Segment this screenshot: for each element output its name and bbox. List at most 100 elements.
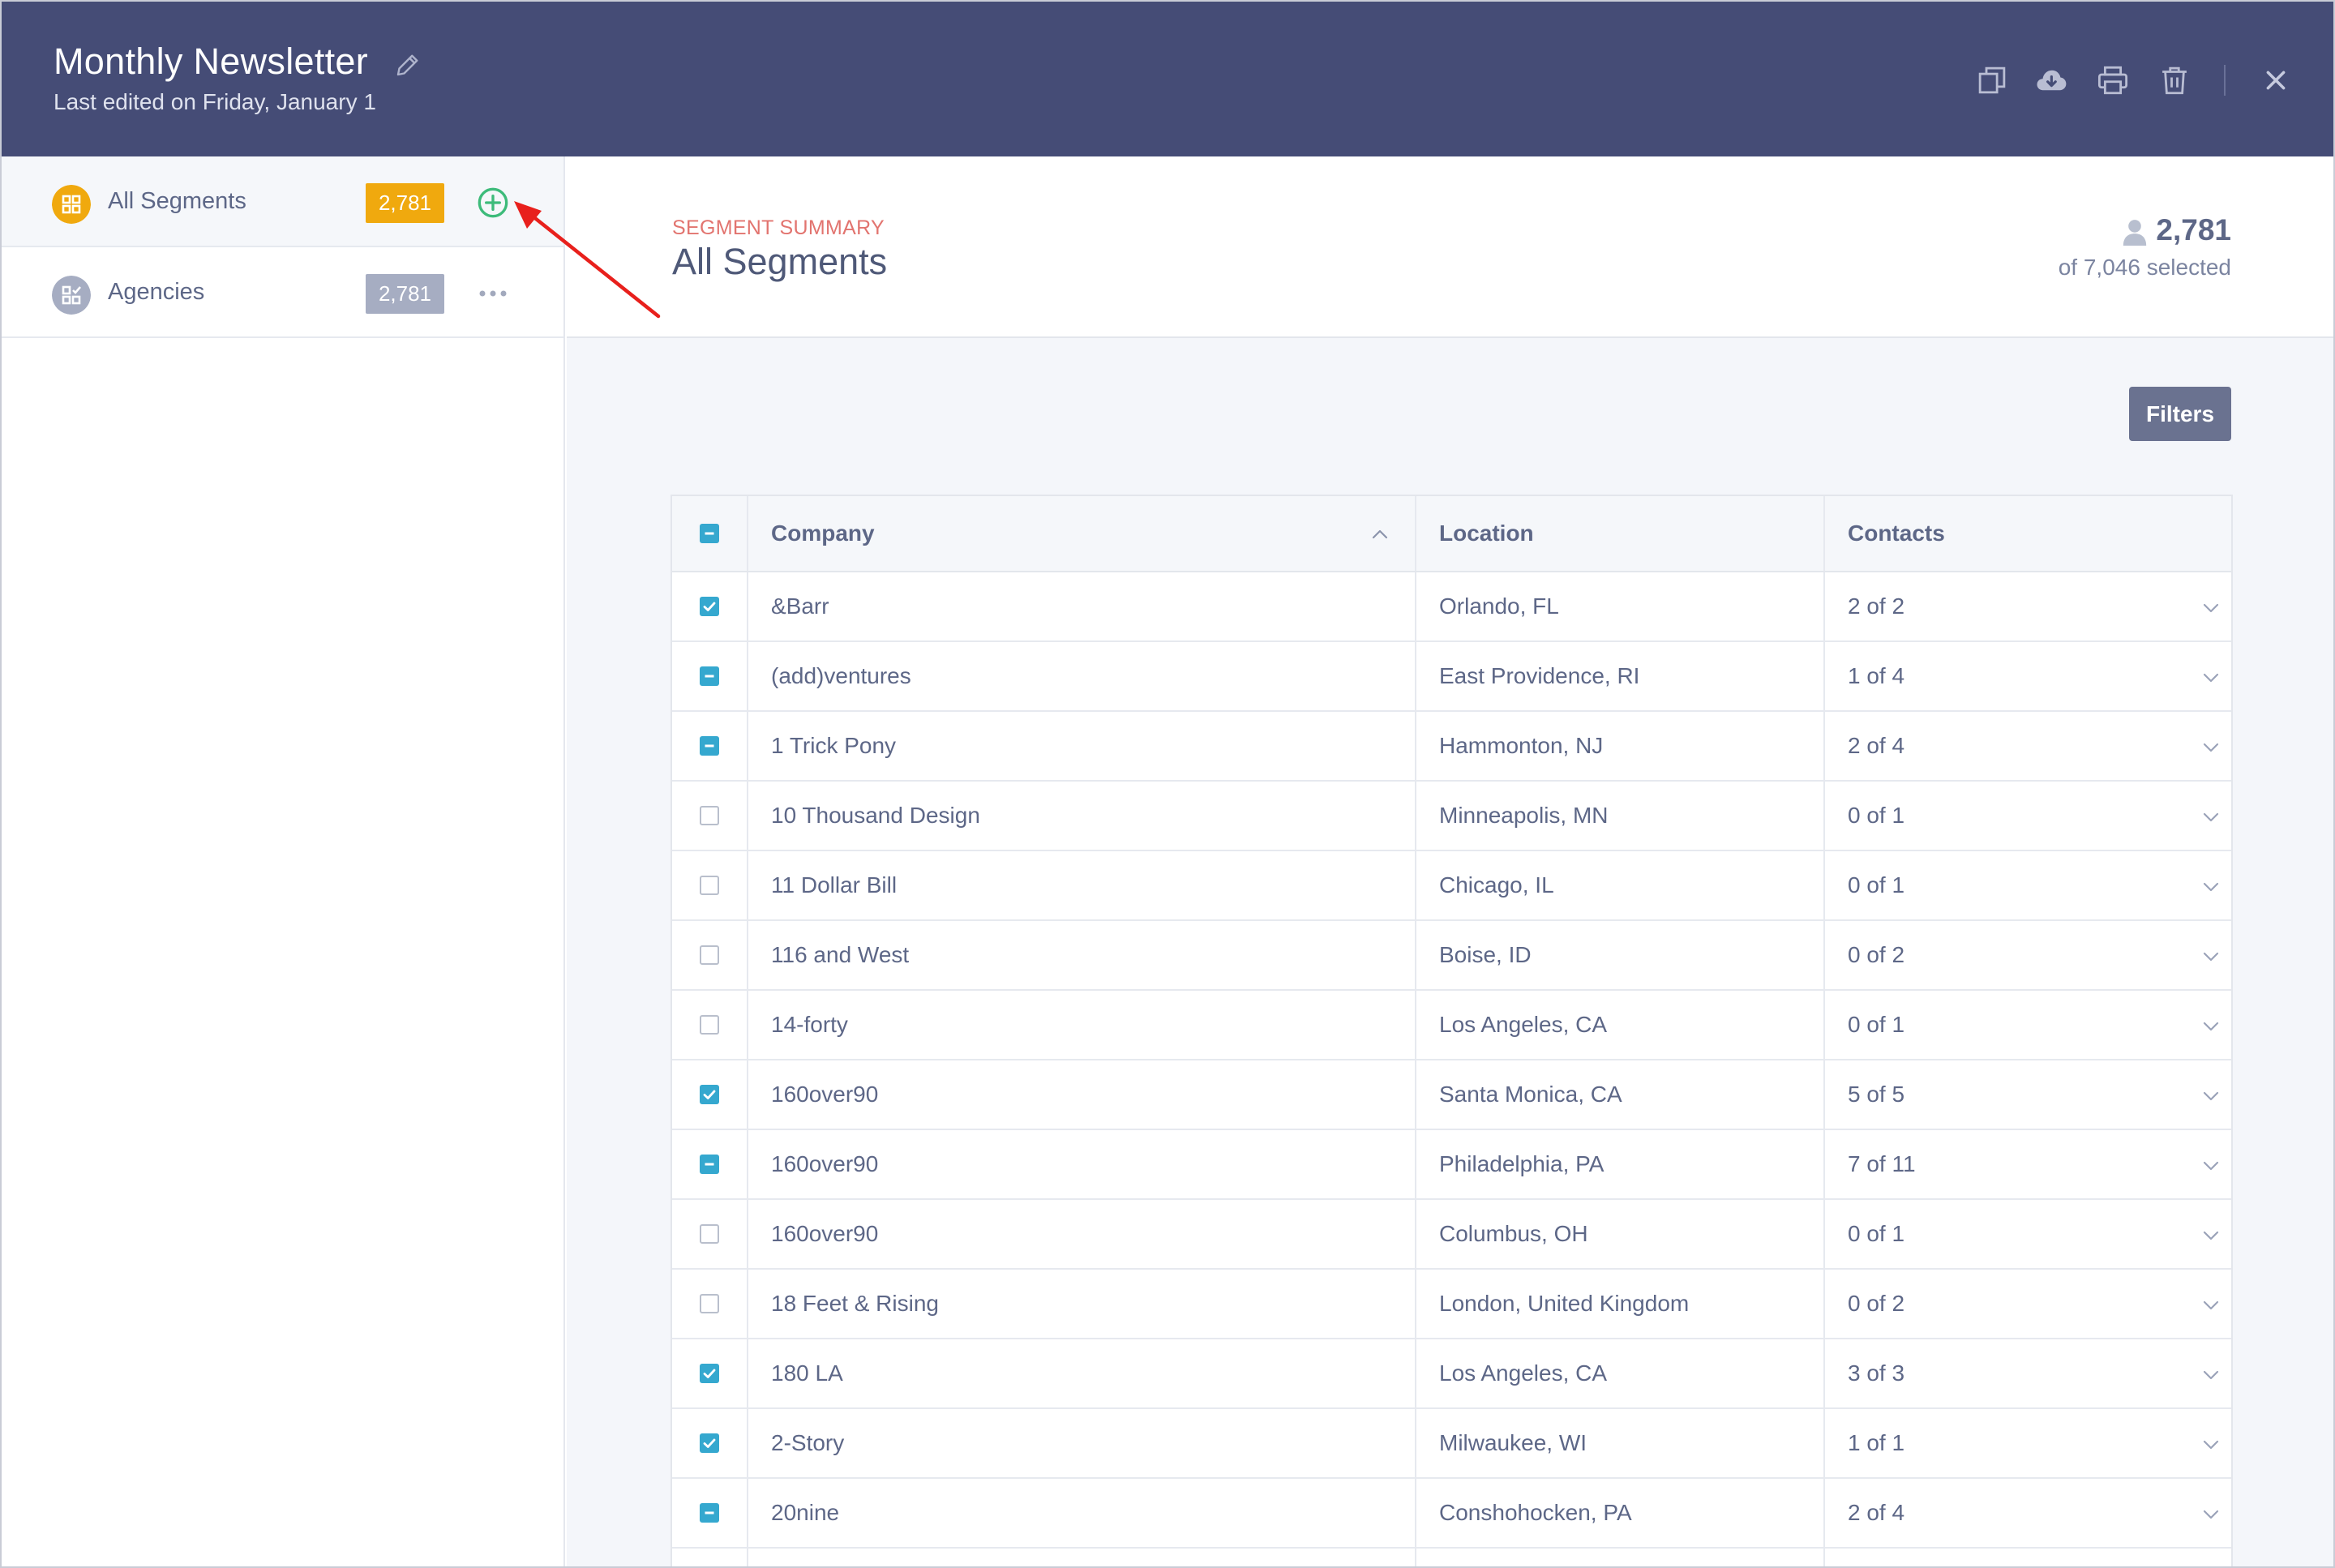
column-header-company[interactable]: Company [748,496,1416,571]
table-row[interactable]: 18 Feet & Rising London, United Kingdom 0 … [672,1270,2231,1339]
print-icon[interactable] [2096,63,2130,97]
sort-ascending-icon[interactable] [1371,529,1389,540]
contacts-cell: 7 of 11 [1825,1130,2233,1198]
table-row[interactable]: 14-forty Los Angeles, CA 0 of 1 [672,991,2231,1060]
row-checkbox[interactable] [700,806,719,825]
minus-icon [705,1163,714,1166]
segment-item-agencies[interactable]: Agencies 2,781 [2,247,563,338]
checkmark-icon [703,1369,716,1378]
row-select-cell [672,1409,748,1477]
table-row[interactable]: 11 Dollar Bill Chicago, IL 0 of 1 [672,851,2231,921]
contacts-cell: 0 of 1 [1825,782,2233,850]
row-select-cell [672,921,748,989]
location-cell: Conshohocken, PA [1416,1479,1825,1547]
company-cell: 18 Feet & Rising [748,1270,1416,1338]
column-header-contacts[interactable]: Contacts [1825,496,2233,571]
row-checkbox[interactable] [700,1294,719,1313]
column-header-label: Location [1439,521,1534,546]
contacts-cell: 2 of 4 [1825,1479,2233,1547]
row-checkbox[interactable] [700,1224,719,1244]
minus-icon [705,532,714,535]
add-segment-icon[interactable] [477,186,509,219]
row-checkbox[interactable] [700,1085,719,1104]
more-options-icon[interactable] [475,281,511,306]
column-header-label: Company [771,521,875,546]
contacts-cell: 5 of 5 [1825,1060,2233,1129]
table-row[interactable]: 160over90 Santa Monica, CA 5 of 5 [672,1060,2231,1130]
table-row[interactable]: 1 Trick Pony Hammonton, NJ 2 of 4 [672,712,2231,782]
chevron-down-icon[interactable] [2202,1509,2220,1520]
companies-table: Company Location Contacts &Barr Orlando, … [671,495,2233,1566]
chevron-down-icon[interactable] [2202,1021,2220,1032]
chevron-down-icon[interactable] [2202,602,2220,614]
selected-of-total: of 7,046 selected [2058,255,2231,280]
duplicate-icon[interactable] [1975,63,2009,97]
chevron-down-icon[interactable] [2202,1300,2220,1311]
company-cell: &Barr [748,572,1416,640]
location-cell: Minneapolis, MN [1416,782,1825,850]
contacts-cell: 0 of 2 [1825,1270,2233,1338]
contacts-value: 0 of 1 [1848,803,1905,828]
table-row[interactable]: 160over90 Philadelphia, PA 7 of 11 [672,1130,2231,1200]
table-row[interactable]: 10 Thousand Design Minneapolis, MN 0 of 1 [672,782,2231,851]
location-cell: Milwaukee, WI [1416,1409,1825,1477]
chevron-down-icon[interactable] [2202,1230,2220,1241]
table-row[interactable]: 160over90 Columbus, OH 0 of 1 [672,1200,2231,1270]
download-icon[interactable] [2034,63,2068,97]
table-row[interactable]: 20nine Conshohocken, PA 2 of 4 [672,1479,2231,1549]
checkmark-icon [703,602,716,611]
segment-label: All Segments [108,188,246,214]
chevron-down-icon[interactable] [2202,881,2220,893]
segment-count-badge: 2,781 [366,183,444,223]
chevron-down-icon[interactable] [2202,951,2220,962]
row-checkbox[interactable] [700,1155,719,1174]
chevron-down-icon[interactable] [2202,1090,2220,1102]
company-cell: 160over90 [748,1130,1416,1198]
checkmark-icon [703,1090,716,1099]
row-select-cell [672,1060,748,1129]
table-row[interactable]: 116 and West Boise, ID 0 of 2 [672,921,2231,991]
segment-item-all-segments[interactable]: All Segments 2,781 [2,156,563,247]
location-cell: Los Angeles, CA [1416,991,1825,1059]
row-checkbox[interactable] [700,597,719,616]
filters-button[interactable]: Filters [2129,387,2231,441]
minus-icon [705,675,714,678]
row-checkbox[interactable] [700,945,719,965]
chevron-down-icon[interactable] [2202,1160,2220,1172]
row-checkbox[interactable] [700,736,719,756]
company-cell [748,1549,1416,1566]
minus-icon [705,1511,714,1514]
chevron-down-icon[interactable] [2202,672,2220,683]
close-icon[interactable] [2259,63,2293,97]
pencil-icon[interactable] [393,50,422,79]
row-select-cell [672,1200,748,1268]
row-select-cell [672,1270,748,1338]
contacts-value: 3 of 3 [1848,1360,1905,1386]
row-checkbox[interactable] [700,666,719,686]
table-row[interactable]: 2-Story Milwaukee, WI 1 of 1 [672,1409,2231,1479]
chevron-down-icon[interactable] [2202,812,2220,823]
chevron-down-icon[interactable] [2202,1439,2220,1450]
row-select-cell [672,642,748,710]
location-cell: Boise, ID [1416,921,1825,989]
contacts-cell: 0 of 2 [1825,921,2233,989]
summary-title: All Segments [672,241,888,282]
select-all-checkbox[interactable] [700,524,719,543]
table-row[interactable] [672,1549,2231,1566]
row-checkbox[interactable] [700,1503,719,1523]
row-checkbox[interactable] [700,1364,719,1383]
table-row[interactable]: (add)ventures East Providence, RI 1 of 4 [672,642,2231,712]
contacts-value: 0 of 1 [1848,1221,1905,1246]
chevron-down-icon[interactable] [2202,742,2220,753]
chevron-down-icon[interactable] [2202,1369,2220,1381]
table-row[interactable]: &Barr Orlando, FL 2 of 2 [672,572,2231,642]
column-header-location[interactable]: Location [1416,496,1825,571]
company-cell: 116 and West [748,921,1416,989]
row-checkbox[interactable] [700,876,719,895]
trash-icon[interactable] [2157,63,2191,97]
row-checkbox[interactable] [700,1433,719,1453]
company-cell: 1 Trick Pony [748,712,1416,780]
location-cell [1416,1549,1825,1566]
row-checkbox[interactable] [700,1015,719,1035]
table-row[interactable]: 180 LA Los Angeles, CA 3 of 3 [672,1339,2231,1409]
